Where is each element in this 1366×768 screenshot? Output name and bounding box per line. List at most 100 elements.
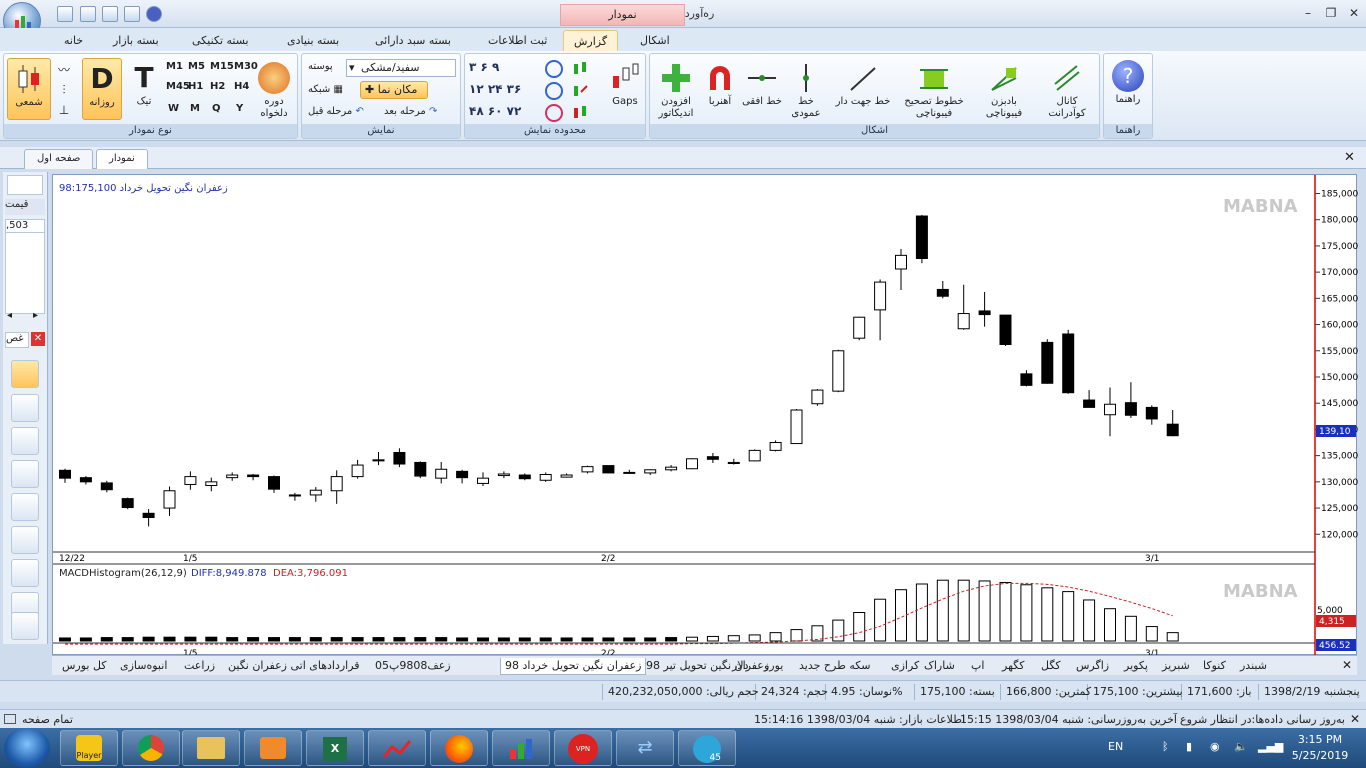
period-m30[interactable]: M30 xyxy=(234,61,258,72)
period-m45[interactable]: M45 xyxy=(166,81,190,92)
candles-arrow-icon[interactable] xyxy=(571,82,591,100)
clock[interactable]: 3:15 PM 5/25/2019 xyxy=(1280,732,1360,764)
symbol-tab[interactable]: سکه طرح جدید xyxy=(795,658,875,675)
scroll-left-icon[interactable]: ◂ xyxy=(7,310,12,321)
close-status-icon[interactable]: ✕ xyxy=(1350,712,1360,726)
symbol-tab[interactable]: کگل xyxy=(1037,658,1065,675)
telegram-app[interactable]: 45 xyxy=(678,730,736,766)
help-button[interactable]: ? راهنما xyxy=(1108,60,1148,106)
tab-shapes[interactable]: اشکال xyxy=(630,30,680,52)
symbol-tab[interactable]: شاراک xyxy=(920,658,959,675)
chart-area[interactable]: 185,000 180,000 175,000 170,000 165,000 160,0… xyxy=(52,174,1358,656)
period-h2[interactable]: H2 xyxy=(210,81,225,92)
add-indicator-button[interactable]: افزودن اندیکاتور xyxy=(652,62,700,120)
doc-tab-first-page[interactable]: صفحه اول xyxy=(24,149,94,169)
teamviewer-app[interactable]: ⇄ xyxy=(616,730,674,766)
vpn-app[interactable]: VPN Like xyxy=(554,730,612,766)
range-row-1[interactable]: ۳ ۶ ۹ xyxy=(469,60,535,78)
arrow-line-button[interactable]: خط جهت دار xyxy=(832,62,894,108)
period-y[interactable]: Y xyxy=(236,103,243,114)
grid-button[interactable]: شبکه ▦ xyxy=(308,84,358,95)
period-month[interactable]: M xyxy=(190,103,200,114)
fibonacci-fan-button[interactable]: بادبزن فیبوناچی xyxy=(975,62,1033,120)
print-preview-icon[interactable] xyxy=(102,6,118,22)
chrome-app[interactable] xyxy=(122,730,180,766)
symbol-tab[interactable]: انبوه‌سازی xyxy=(116,658,171,675)
search-field[interactable]: غص xyxy=(5,332,29,348)
coins-icon[interactable] xyxy=(11,460,39,488)
player-app[interactable]: Player xyxy=(60,730,118,766)
prev-step-button[interactable]: مرحله قبل ↶ xyxy=(308,106,380,117)
symbol-tab[interactable]: زعف9808پ05 xyxy=(371,658,455,675)
formula-icon[interactable] xyxy=(11,559,39,587)
symbol-tab[interactable]: زراعت xyxy=(180,658,219,675)
close-button[interactable]: ✕ xyxy=(1345,5,1363,21)
list-icon[interactable] xyxy=(11,360,39,388)
range-row-2[interactable]: ۱۲ ۲۴ ۳۶ xyxy=(469,82,535,100)
custom-period-button[interactable]: دوره دلخواه xyxy=(254,62,294,120)
symbol-tab[interactable]: شبریز xyxy=(1158,658,1194,675)
horizontal-line-button[interactable]: خط افقی xyxy=(742,62,782,108)
edit-icon[interactable] xyxy=(11,394,39,422)
zoom-in-icon[interactable] xyxy=(545,60,563,78)
print-icon[interactable] xyxy=(80,6,96,22)
daily-button[interactable]: D روزانه xyxy=(82,58,122,120)
gaps-button[interactable]: Gaps xyxy=(605,62,645,108)
close-symbol-tab-icon[interactable]: ✕ xyxy=(1342,658,1352,672)
save-icon[interactable] xyxy=(57,6,73,22)
symbol-tab[interactable]: کگهر xyxy=(998,658,1028,675)
excel-app[interactable]: X xyxy=(306,730,364,766)
watchlist-grid[interactable] xyxy=(5,232,45,314)
bluetooth-icon[interactable]: ᛒ xyxy=(1162,740,1169,753)
magnet-button[interactable]: آهنربا xyxy=(700,62,740,108)
symbol-tab[interactable]: کرازی xyxy=(887,658,923,675)
period-h4[interactable]: H4 xyxy=(234,81,249,92)
tab-technical[interactable]: بسته تکنیکی xyxy=(182,30,259,52)
tick-button[interactable]: T تیک xyxy=(124,62,164,108)
price-chart[interactable]: 185,000 180,000 175,000 170,000 165,000 160,0… xyxy=(53,175,1358,656)
fibonacci-retracement-button[interactable]: خطوط تصحیح فیبوناچی xyxy=(898,62,970,120)
battery-icon[interactable]: ▮ xyxy=(1186,740,1192,753)
period-m15[interactable]: M15 xyxy=(210,61,234,72)
period-h1[interactable]: H1 xyxy=(188,81,203,92)
pin-icon[interactable] xyxy=(7,175,43,195)
flower-icon[interactable] xyxy=(11,493,39,521)
symbol-tab[interactable]: زعفران نگین تحویل تیر 98 xyxy=(642,658,773,675)
explorer-app[interactable] xyxy=(182,730,240,766)
export-icon[interactable] xyxy=(11,612,39,640)
tab-market[interactable]: بسته بازار xyxy=(103,30,169,52)
range-row-3[interactable]: ۴۸ ۶۰ ۷۲ xyxy=(469,104,535,122)
rahavard-app[interactable] xyxy=(492,730,550,766)
price-column-header[interactable]: قیمت xyxy=(5,199,45,215)
restore-button[interactable]: ❐ xyxy=(1322,5,1340,21)
period-w[interactable]: W xyxy=(168,103,179,114)
language-indicator[interactable]: EN xyxy=(1108,740,1123,753)
theme-select[interactable]: سفید/مشکی ▾ xyxy=(346,59,456,77)
network-tray-icon[interactable]: ◉ xyxy=(1210,740,1220,753)
refresh-icon[interactable] xyxy=(11,526,39,554)
scroll-right-icon[interactable]: ▸ xyxy=(33,310,38,321)
media-app[interactable] xyxy=(244,730,302,766)
close-doc-icon[interactable]: ✕ xyxy=(1344,150,1355,165)
symbol-tab[interactable]: زاگرس xyxy=(1072,658,1113,675)
symbol-tab[interactable]: زعفران نگین تحویل خرداد 98 xyxy=(500,658,647,675)
tab-report[interactable]: گزارش xyxy=(563,30,619,52)
tab-fundamental[interactable]: بسته بنیادی xyxy=(277,30,349,52)
fullscreen-icon[interactable] xyxy=(4,714,16,724)
cursor-button[interactable]: ✚ مکان نما xyxy=(360,81,428,99)
candles-mixed-icon[interactable] xyxy=(571,104,591,122)
candles-green-icon[interactable] xyxy=(571,60,591,78)
period-grid[interactable]: M1 M5 M15 M30 M45 H1 H2 H4 W M Q Y xyxy=(154,59,258,117)
symbol-tab[interactable]: قراردادهای اتی زعفران نگین xyxy=(224,658,364,675)
tab-portfolio[interactable]: بسته سبد دارائی xyxy=(365,30,461,52)
candle-button[interactable]: شمعی xyxy=(7,58,51,120)
vertical-line-button[interactable]: خط عمودی xyxy=(786,62,826,120)
fullscreen-label[interactable]: تمام صفحه xyxy=(22,713,73,726)
period-q[interactable]: Q xyxy=(212,103,221,114)
symbol-tab[interactable]: کنوکا xyxy=(1199,658,1230,675)
tab-data-entry[interactable]: ثبت اطلاعات xyxy=(478,30,557,52)
zoom-icon[interactable] xyxy=(124,6,140,22)
start-button[interactable] xyxy=(4,728,50,768)
symbol-tab[interactable]: پکویر xyxy=(1120,658,1152,675)
trading-app[interactable] xyxy=(368,730,426,766)
